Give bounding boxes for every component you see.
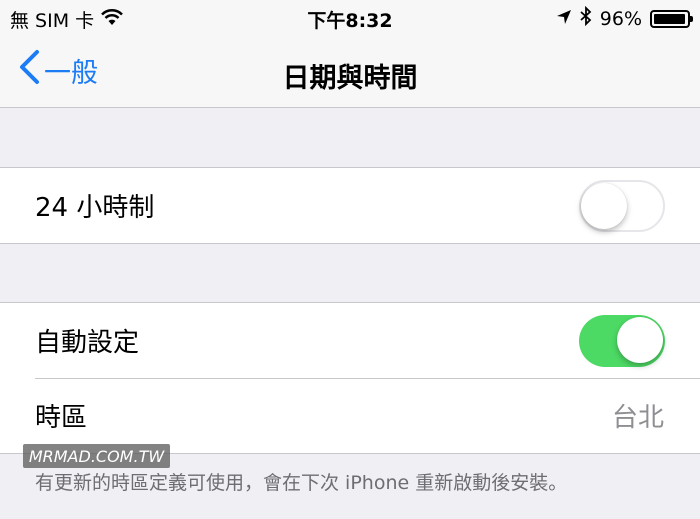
footer-note: 有更新的時區定義可使用，會在下次 iPhone 重新啟動後安裝。 [35, 472, 568, 494]
watermark: MRMAD.COM.TW [23, 444, 170, 468]
settings-group-auto: 自動設定 時區 台北 [0, 302, 700, 454]
bluetooth-icon [580, 5, 592, 31]
setting-label-24-hour: 24 小時制 [35, 193, 155, 223]
toggle-knob [617, 316, 663, 363]
setting-label-timezone: 時區 [35, 403, 88, 433]
location-arrow-icon [556, 8, 572, 30]
toggle-knob [581, 182, 627, 229]
navigation-bar: 一般 日期與時間 [0, 36, 700, 108]
page-title: 日期與時間 [282, 63, 418, 94]
timezone-value: 台北 [611, 403, 664, 433]
battery-percent: 96% [599, 7, 642, 30]
toggle-auto-set[interactable] [579, 314, 665, 367]
setting-row-24-hour: 24 小時制 [0, 168, 700, 243]
setting-row-timezone[interactable]: 時區 台北 [0, 378, 700, 453]
toggle-24-hour[interactable] [579, 179, 665, 232]
battery-fill [654, 13, 685, 24]
status-right: 96% [556, 5, 693, 31]
battery-icon [650, 9, 693, 28]
setting-row-auto-set: 自動設定 [0, 303, 700, 378]
status-bar: 無 SIM 卡 下午8:32 96% [0, 0, 700, 36]
settings-group-format: 24 小時制 [0, 167, 700, 244]
setting-label-auto-set: 自動設定 [35, 328, 140, 358]
